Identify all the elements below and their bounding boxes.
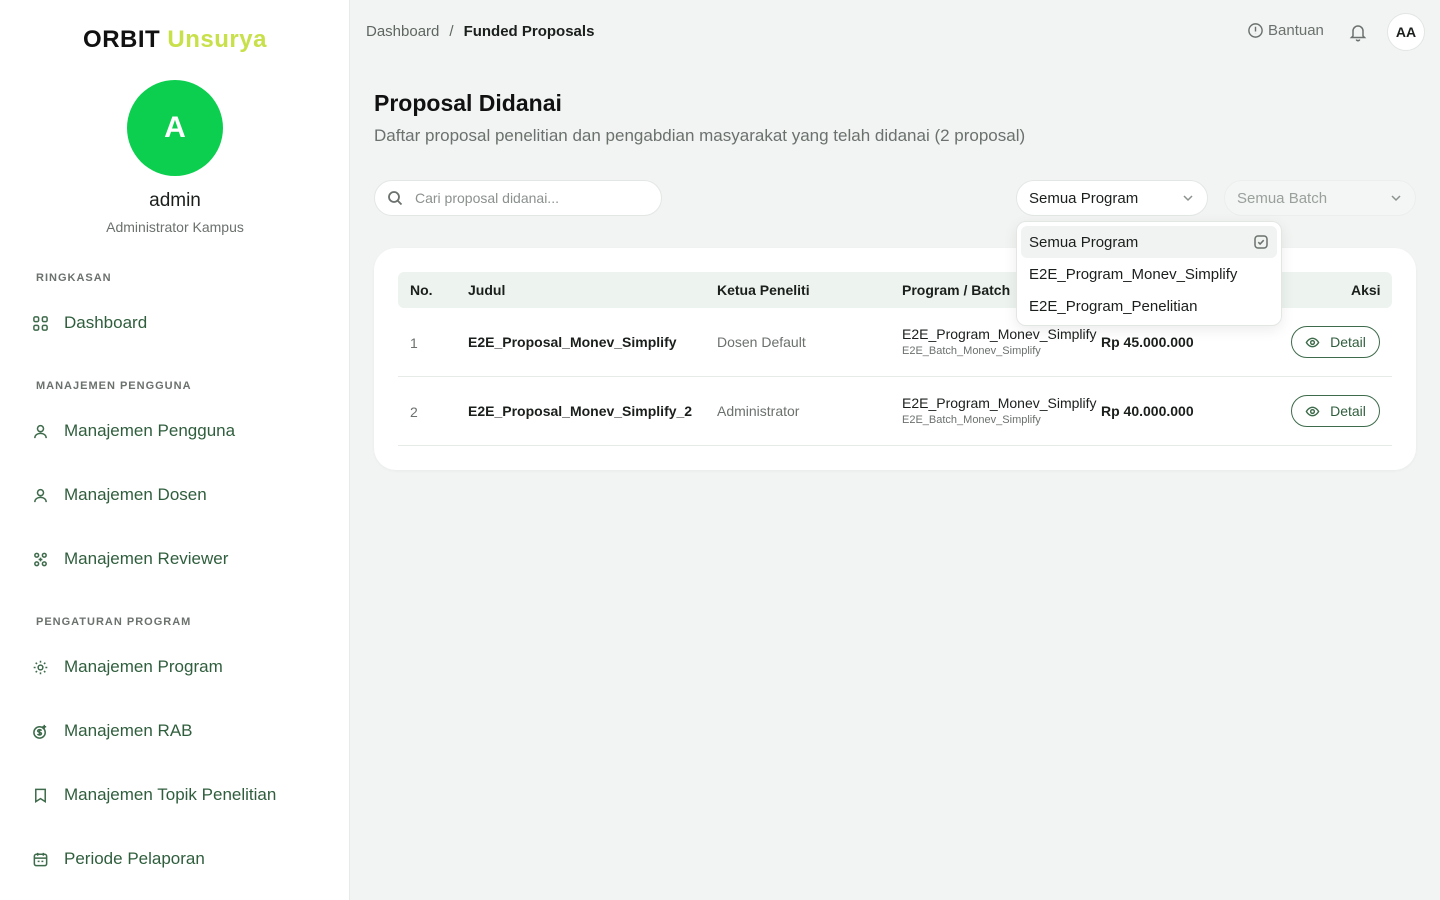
help-label: Bantuan: [1268, 22, 1324, 39]
section-label-ringkasan: RINGKASAN: [36, 272, 112, 284]
brand-name: ORBIT: [83, 26, 161, 53]
section-label-manajemen-pengguna: MANAJEMEN PENGGUNA: [36, 380, 192, 392]
proposal-batch: E2E_Batch_Monev_Simplify: [902, 414, 1041, 426]
profile-role: Administrator Kampus: [106, 219, 244, 235]
sidebar-item-label: Manajemen RAB: [64, 721, 193, 740]
search-icon: [388, 191, 403, 206]
eye-icon: [1305, 406, 1320, 416]
proposal-funding: Rp 45.000.000: [1101, 334, 1194, 350]
check-icon: [1254, 235, 1268, 249]
sidebar-item-manajemen-program[interactable]: Manajemen Program: [30, 651, 223, 683]
program-option-monev[interactable]: E2E_Program_Monev_Simplify: [1021, 258, 1277, 290]
batch-select-value: Semua Batch: [1237, 189, 1328, 207]
user-icon: [30, 421, 50, 441]
profile-name: admin: [149, 190, 201, 211]
breadcrumb-current: Funded Proposals: [463, 23, 595, 40]
column-header-program: Program / Batch: [902, 282, 1011, 298]
program-select-value: Semua Program: [1029, 189, 1139, 207]
sidebar-item-manajemen-reviewer[interactable]: Manajemen Reviewer: [30, 543, 228, 575]
grid-icon: [30, 313, 50, 333]
user-icon: [30, 485, 50, 505]
sidebar-item-label: Manajemen Topik Penelitian: [64, 785, 277, 804]
brand-logo[interactable]: ORBIT Unsurya: [0, 26, 350, 54]
page-title: Proposal Didanai: [374, 90, 562, 116]
proposal-title: E2E_Proposal_Monev_Simplify: [468, 334, 677, 350]
proposal-batch: E2E_Batch_Monev_Simplify: [902, 345, 1041, 357]
program-select[interactable]: Semua Program: [1016, 180, 1208, 216]
table-row: 2 E2E_Proposal_Monev_Simplify_2 Administ…: [398, 377, 1392, 446]
sidebar-item-dashboard[interactable]: Dashboard: [30, 307, 147, 339]
program-option-penelitian[interactable]: E2E_Program_Penelitian: [1021, 290, 1277, 322]
search-input[interactable]: [415, 190, 635, 206]
option-label: Semua Program: [1029, 233, 1139, 251]
chevron-down-icon: [1391, 195, 1401, 202]
help-button[interactable]: Bantuan: [1247, 22, 1324, 39]
bell-icon: [1349, 25, 1367, 42]
gear-icon: [30, 657, 50, 677]
eye-icon: [1305, 337, 1320, 347]
calendar-icon: [30, 849, 50, 869]
proposal-lead: Administrator: [717, 403, 800, 419]
profile-avatar: A: [127, 80, 223, 176]
users-network-icon: [30, 549, 50, 569]
sidebar-item-label: Dashboard: [64, 313, 148, 332]
column-header-aksi: Aksi: [1351, 282, 1381, 298]
option-label: E2E_Program_Monev_Simplify: [1029, 265, 1238, 283]
detail-button-label: Detail: [1330, 334, 1366, 350]
proposal-lead: Dosen Default: [717, 334, 806, 350]
batch-select[interactable]: Semua Batch: [1224, 180, 1416, 216]
sidebar-item-label: Manajemen Dosen: [64, 485, 207, 504]
breadcrumb-separator: /: [449, 23, 454, 40]
info-icon: [1248, 23, 1263, 38]
proposal-program: E2E_Program_Monev_Simplify: [902, 395, 1097, 411]
proposal-program: E2E_Program_Monev_Simplify: [902, 326, 1097, 342]
sidebar-item-manajemen-dosen[interactable]: Manajemen Dosen: [30, 479, 207, 511]
breadcrumb: Dashboard / Funded Proposals: [366, 23, 594, 40]
sidebar-item-manajemen-rab[interactable]: Manajemen RAB: [30, 715, 193, 747]
column-header-judul: Judul: [468, 282, 506, 298]
detail-button[interactable]: Detail: [1291, 326, 1380, 358]
detail-button[interactable]: Detail: [1291, 395, 1380, 427]
brand-subname: Unsurya: [167, 26, 267, 53]
notification-button[interactable]: [1348, 22, 1368, 42]
sidebar: ORBIT Unsurya A admin Administrator Kamp…: [0, 0, 350, 900]
section-label-pengaturan-program: PENGATURAN PROGRAM: [36, 616, 192, 628]
column-header-ketua: Ketua Peneliti: [717, 282, 810, 298]
sidebar-item-label: Manajemen Program: [64, 657, 223, 676]
row-number: 1: [410, 335, 418, 351]
search-box[interactable]: [374, 180, 662, 216]
program-dropdown-menu: Semua Program E2E_Program_Monev_Simplify…: [1016, 221, 1282, 326]
detail-button-label: Detail: [1330, 403, 1366, 419]
proposal-funding: Rp 40.000.000: [1101, 403, 1194, 419]
sidebar-item-periode-pelaporan[interactable]: Periode Pelaporan: [30, 843, 205, 875]
sidebar-item-label: Periode Pelaporan: [64, 849, 205, 868]
sidebar-item-label: Manajemen Reviewer: [64, 549, 229, 568]
sidebar-item-manajemen-topik-penelitian[interactable]: Manajemen Topik Penelitian: [30, 779, 276, 811]
bookmark-icon: [30, 785, 50, 805]
proposal-title: E2E_Proposal_Monev_Simplify_2: [468, 403, 693, 419]
money-icon: [30, 721, 50, 741]
user-avatar[interactable]: AA: [1387, 13, 1425, 51]
option-label: E2E_Program_Penelitian: [1029, 297, 1198, 315]
page-subtitle: Daftar proposal penelitian dan pengabdia…: [374, 126, 1026, 145]
breadcrumb-root[interactable]: Dashboard: [366, 23, 439, 40]
column-header-no: No.: [410, 282, 433, 298]
chevron-down-icon: [1183, 195, 1193, 202]
sidebar-item-manajemen-pengguna[interactable]: Manajemen Pengguna: [30, 415, 235, 447]
sidebar-item-label: Manajemen Pengguna: [64, 421, 236, 440]
row-number: 2: [410, 404, 418, 420]
program-option-semua[interactable]: Semua Program: [1021, 226, 1277, 258]
